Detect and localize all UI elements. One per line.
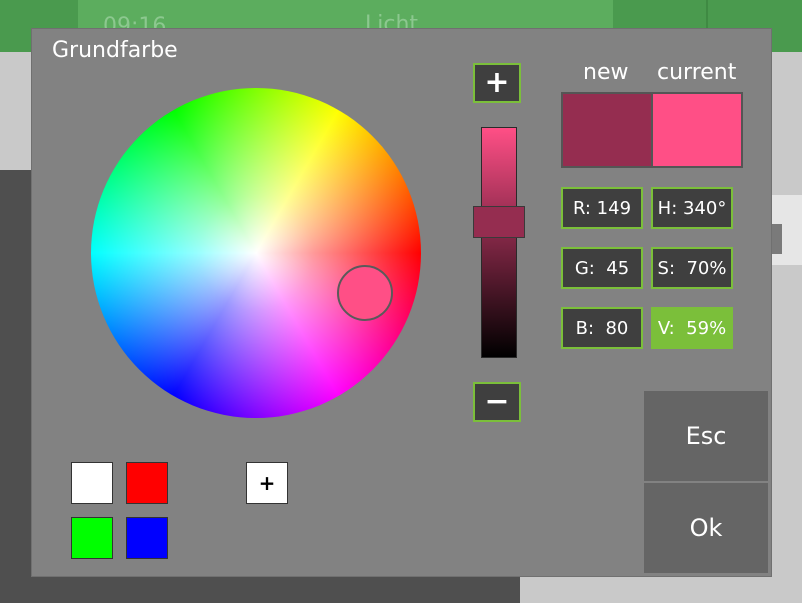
red-value-field[interactable]: R: 149 [561,187,643,229]
new-color-swatch [563,94,653,166]
preset-white[interactable] [71,462,113,504]
add-preset-button[interactable]: + [246,462,288,504]
new-color-label: new [583,60,629,85]
green-value-field[interactable]: G: 45 [561,247,643,289]
blue-value-field[interactable]: B: 80 [561,307,643,349]
brightness-decrease-button[interactable]: − [473,382,521,422]
ok-button[interactable]: Ok [644,483,768,573]
preset-green[interactable] [71,517,113,559]
color-picker-dialog: Grundfarbe + − new current R: 149 H: 340… [31,28,772,577]
value-value-field[interactable]: V: 59% [651,307,733,349]
current-color-label: current [657,60,737,85]
color-wheel-cursor[interactable] [337,265,393,321]
current-color-swatch[interactable] [653,94,741,166]
preset-blue[interactable] [126,517,168,559]
esc-button[interactable]: Esc [644,391,768,481]
saturation-value-field[interactable]: S: 70% [651,247,733,289]
brightness-slider-thumb[interactable] [473,206,525,238]
dialog-title: Grundfarbe [52,38,178,63]
hue-value-field[interactable]: H: 340° [651,187,733,229]
preset-red[interactable] [126,462,168,504]
color-wheel[interactable] [91,88,421,418]
color-comparison [561,92,743,168]
brightness-slider[interactable] [481,127,517,358]
brightness-increase-button[interactable]: + [473,63,521,103]
